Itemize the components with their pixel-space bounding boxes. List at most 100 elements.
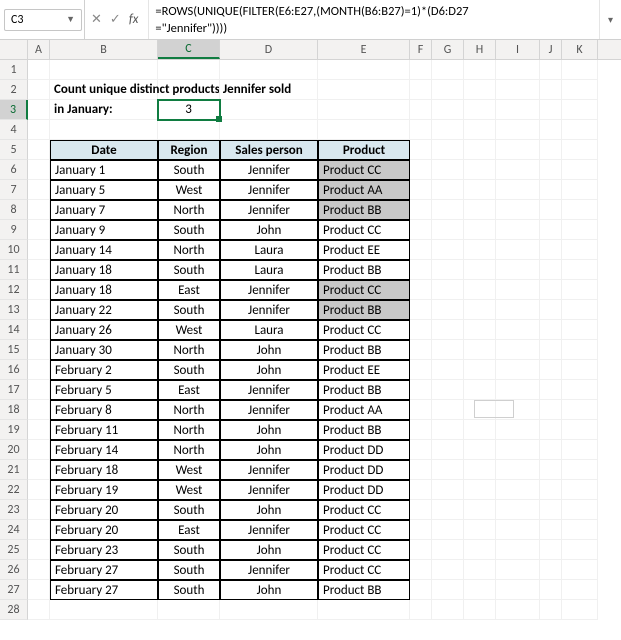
cell-date[interactable]: January 30 <box>50 340 158 360</box>
cell[interactable] <box>410 560 432 580</box>
cell-region[interactable]: North <box>158 340 220 360</box>
cell[interactable] <box>28 280 50 300</box>
cell[interactable] <box>464 200 496 220</box>
fx-icon[interactable]: fx <box>129 12 143 27</box>
cell-date[interactable]: January 26 <box>50 320 158 340</box>
cell[interactable] <box>432 320 464 340</box>
cell-date[interactable]: January 18 <box>50 260 158 280</box>
cell-region[interactable]: West <box>158 320 220 340</box>
cell[interactable] <box>562 340 598 360</box>
cell[interactable] <box>410 120 432 140</box>
cell[interactable] <box>562 540 598 560</box>
cell[interactable] <box>432 380 464 400</box>
cell[interactable] <box>28 60 50 80</box>
cell[interactable] <box>562 380 598 400</box>
cell[interactable] <box>496 440 540 460</box>
cell-region[interactable]: North <box>158 200 220 220</box>
cell[interactable] <box>464 340 496 360</box>
cell[interactable] <box>540 160 562 180</box>
cell[interactable] <box>28 360 50 380</box>
cell-product[interactable]: Product BB <box>318 340 410 360</box>
cell[interactable] <box>540 500 562 520</box>
cell[interactable] <box>562 460 598 480</box>
cell[interactable] <box>410 140 432 160</box>
cell[interactable] <box>562 100 598 120</box>
cell[interactable] <box>432 480 464 500</box>
cell-person[interactable]: Laura <box>220 240 318 260</box>
cell[interactable] <box>464 180 496 200</box>
cell[interactable] <box>540 540 562 560</box>
cell-product[interactable]: Product CC <box>318 500 410 520</box>
cell[interactable] <box>496 500 540 520</box>
cell[interactable] <box>28 180 50 200</box>
select-all-corner[interactable] <box>0 40 28 59</box>
cell-person[interactable]: John <box>220 220 318 240</box>
col-header-A[interactable]: A <box>28 40 50 59</box>
cell[interactable] <box>410 360 432 380</box>
col-header-I[interactable]: I <box>496 40 540 59</box>
cell-product[interactable]: Product CC <box>318 220 410 240</box>
cell[interactable] <box>220 80 318 100</box>
cell-product[interactable]: Product BB <box>318 420 410 440</box>
cell[interactable] <box>562 300 598 320</box>
cell-person[interactable]: Jennifer <box>220 400 318 420</box>
row-header[interactable]: 17 <box>0 380 28 400</box>
cell[interactable] <box>464 140 496 160</box>
cell[interactable] <box>540 220 562 240</box>
cell[interactable] <box>158 60 220 80</box>
row-header[interactable]: 26 <box>0 560 28 580</box>
cell[interactable] <box>464 380 496 400</box>
cell[interactable] <box>28 460 50 480</box>
cell-region[interactable]: North <box>158 420 220 440</box>
cell[interactable] <box>28 120 50 140</box>
cell[interactable] <box>562 420 598 440</box>
row-header[interactable]: 10 <box>0 240 28 260</box>
cell-region[interactable]: East <box>158 380 220 400</box>
cell[interactable] <box>432 300 464 320</box>
cell-date[interactable]: February 23 <box>50 540 158 560</box>
cell-person[interactable]: Laura <box>220 320 318 340</box>
cell[interactable] <box>28 200 50 220</box>
cell-date[interactable]: January 14 <box>50 240 158 260</box>
cell[interactable] <box>432 160 464 180</box>
col-header-G[interactable]: G <box>432 40 464 59</box>
cell-product[interactable]: Product EE <box>318 360 410 380</box>
accept-icon[interactable]: ✓ <box>110 12 121 27</box>
row-header[interactable]: 22 <box>0 480 28 500</box>
cell[interactable] <box>562 320 598 340</box>
cell[interactable] <box>50 60 158 80</box>
cell[interactable] <box>464 220 496 240</box>
cell-product[interactable]: Product CC <box>318 540 410 560</box>
cell[interactable] <box>562 120 598 140</box>
cell-region[interactable]: South <box>158 160 220 180</box>
cell[interactable] <box>28 540 50 560</box>
row-header[interactable]: 6 <box>0 160 28 180</box>
cell-region[interactable]: South <box>158 540 220 560</box>
cell-product[interactable]: Product BB <box>318 300 410 320</box>
cell[interactable] <box>410 100 432 120</box>
cell-product[interactable]: Product CC <box>318 320 410 340</box>
cell[interactable] <box>410 280 432 300</box>
cell[interactable] <box>464 80 496 100</box>
row-header[interactable]: 2 <box>0 80 28 100</box>
col-header-F[interactable]: F <box>410 40 432 59</box>
cell-person[interactable]: Jennifer <box>220 460 318 480</box>
cell[interactable] <box>540 520 562 540</box>
row-header[interactable]: 13 <box>0 300 28 320</box>
cell[interactable] <box>496 60 540 80</box>
cell[interactable] <box>540 420 562 440</box>
row-header[interactable]: 14 <box>0 320 28 340</box>
cell[interactable] <box>28 160 50 180</box>
cell-date[interactable]: February 19 <box>50 480 158 500</box>
cell[interactable] <box>496 580 540 600</box>
cell[interactable] <box>464 60 496 80</box>
cell[interactable] <box>540 580 562 600</box>
title-line-2[interactable]: in January: <box>50 100 158 120</box>
cell[interactable] <box>158 120 220 140</box>
table-header-product[interactable]: Product <box>318 140 410 160</box>
cell[interactable] <box>496 480 540 500</box>
cell-region[interactable]: West <box>158 480 220 500</box>
cell-product[interactable]: Product CC <box>318 560 410 580</box>
cell-product[interactable]: Product AA <box>318 180 410 200</box>
cell-product[interactable]: Product CC <box>318 160 410 180</box>
